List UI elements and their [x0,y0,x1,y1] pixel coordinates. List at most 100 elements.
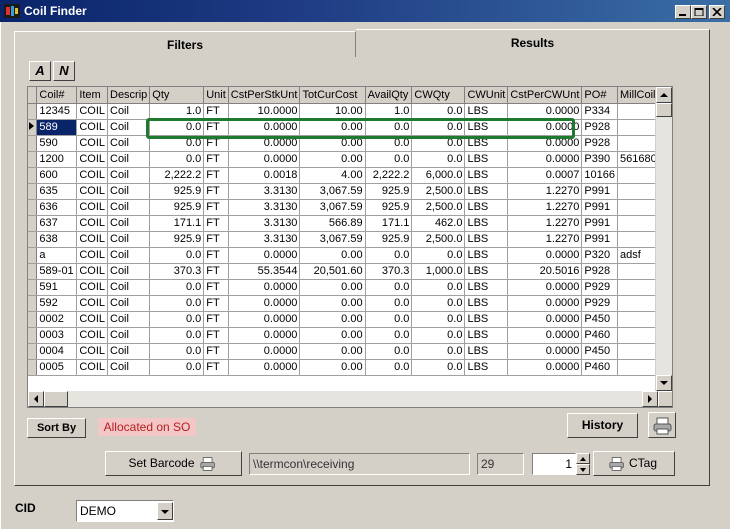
table-cell[interactable]: Coil [107,295,151,312]
table-cell[interactable]: P460 [581,327,619,344]
table-cell[interactable]: 1200 [36,151,78,168]
table-cell[interactable]: 0.00 [299,279,366,296]
table-cell[interactable]: 12345 [36,103,78,120]
table-cell[interactable]: LBS [464,183,509,200]
table-cell[interactable]: Coil [107,327,151,344]
table-row[interactable]: 0004 COIL Coil 0.0 FT 0.0000 0.00 0.0 0.0 LBS 0.00… [28,343,672,360]
table-cell[interactable]: P991 [581,199,619,216]
table-cell[interactable]: 0.0 [365,311,413,328]
table-cell[interactable]: LBS [464,359,509,376]
scroll-left-button[interactable] [28,391,44,407]
history-button[interactable]: History [567,413,638,438]
table-cell[interactable]: 0.0000 [228,359,301,376]
table-cell[interactable]: 0.0 [149,311,205,328]
table-cell[interactable]: FT [203,103,229,120]
set-barcode-button[interactable]: Set Barcode [105,451,242,476]
table-cell[interactable]: Coil [107,343,151,360]
table-cell[interactable]: 2,500.0 [411,183,466,200]
table-cell[interactable]: 0.0 [365,343,413,360]
table-cell[interactable]: 3.3130 [228,183,301,200]
table-cell[interactable]: 3.3130 [228,215,301,232]
table-cell[interactable]: FT [203,311,229,328]
table-cell[interactable]: 590 [36,135,78,152]
scroll-right-button[interactable] [642,391,658,407]
row-indicator[interactable] [28,135,38,152]
table-cell[interactable]: 636 [36,199,78,216]
table-cell[interactable]: 0.0000 [228,311,301,328]
table-cell[interactable]: 0.0000 [507,295,583,312]
table-cell[interactable]: 1.2270 [507,215,583,232]
row-indicator[interactable] [28,279,38,296]
table-cell[interactable]: FT [203,215,229,232]
table-cell[interactable]: 171.1 [149,215,205,232]
table-cell[interactable]: Coil [107,135,151,152]
column-header[interactable]: Item [76,87,108,104]
vertical-scrollbar[interactable] [655,87,672,391]
row-indicator[interactable] [28,359,38,376]
column-header[interactable]: Qty [149,87,205,104]
table-cell[interactable]: P390 [581,151,619,168]
table-cell[interactable]: 0.0 [149,279,205,296]
table-cell[interactable]: COIL [76,359,108,376]
table-cell[interactable]: 0.0 [149,247,205,264]
table-cell[interactable]: 0.0000 [507,343,583,360]
table-cell[interactable]: FT [203,343,229,360]
table-cell[interactable]: COIL [76,327,108,344]
table-row[interactable]: 592 COIL Coil 0.0 FT 0.0000 0.00 0.0 0.0 LBS 0.000… [28,295,672,312]
table-cell[interactable]: Coil [107,167,151,184]
scroll-down-button[interactable] [656,375,672,391]
table-row[interactable]: 0002 COIL Coil 0.0 FT 0.0000 0.00 0.0 0.0 LBS 0.00… [28,311,672,328]
table-cell[interactable]: P460 [581,359,619,376]
font-n-button[interactable]: N [53,61,75,81]
table-cell[interactable]: P928 [581,135,619,152]
vertical-scroll-thumb[interactable] [656,103,672,117]
column-header[interactable]: PO# [581,87,619,104]
table-cell[interactable]: FT [203,167,229,184]
column-header[interactable]: Coil# [36,87,78,104]
table-cell[interactable]: 592 [36,295,78,312]
table-cell[interactable]: 0.0 [411,327,466,344]
table-cell[interactable]: 462.0 [411,215,466,232]
column-header[interactable]: CstPerCWUnt [507,87,583,104]
print-button[interactable] [648,412,676,438]
table-row[interactable]: 637 COIL Coil 171.1 FT 3.3130 566.89 171.1 462.0… [28,215,672,232]
table-cell[interactable]: 0.0000 [507,327,583,344]
table-cell[interactable]: 0.0 [365,151,413,168]
table-cell[interactable]: 6,000.0 [411,167,466,184]
table-cell[interactable]: 0.0000 [228,327,301,344]
table-cell[interactable]: 1.2270 [507,231,583,248]
table-cell[interactable]: Coil [107,183,151,200]
table-cell[interactable]: 0.00 [299,311,366,328]
row-indicator[interactable] [28,151,38,168]
table-cell[interactable]: 0.0000 [228,151,301,168]
table-cell[interactable]: 4.00 [299,167,366,184]
row-indicator[interactable] [28,295,38,312]
column-header[interactable]: AvailQty [365,87,413,104]
row-indicator[interactable] [28,119,38,136]
table-cell[interactable]: 638 [36,231,78,248]
table-cell[interactable]: 589-01 [36,263,78,280]
row-indicator[interactable] [28,247,38,264]
table-cell[interactable]: 2,222.2 [149,167,205,184]
table-cell[interactable]: COIL [76,119,108,136]
table-cell[interactable]: Coil [107,103,151,120]
table-cell[interactable]: FT [203,151,229,168]
table-cell[interactable]: LBS [464,311,509,328]
table-cell[interactable]: FT [203,231,229,248]
table-cell[interactable]: FT [203,327,229,344]
table-cell[interactable]: COIL [76,135,108,152]
table-cell[interactable]: 1.2270 [507,199,583,216]
table-cell[interactable]: FT [203,359,229,376]
table-cell[interactable]: 2,500.0 [411,199,466,216]
table-cell[interactable]: COIL [76,279,108,296]
table-cell[interactable]: LBS [464,151,509,168]
table-cell[interactable]: Coil [107,231,151,248]
table-row[interactable]: 0005 COIL Coil 0.0 FT 0.0000 0.00 0.0 0.0 LBS 0.00… [28,359,672,376]
table-cell[interactable]: 10.0000 [228,103,301,120]
table-cell[interactable]: P320 [581,247,619,264]
font-a-button[interactable]: A [29,61,51,81]
table-cell[interactable]: LBS [464,231,509,248]
row-indicator[interactable] [28,167,38,184]
column-header[interactable]: Descrip [107,87,151,104]
table-row[interactable]: 12345 COIL Coil 1.0 FT 10.0000 10.00 1.0 0.0 LBS 0… [28,103,672,120]
